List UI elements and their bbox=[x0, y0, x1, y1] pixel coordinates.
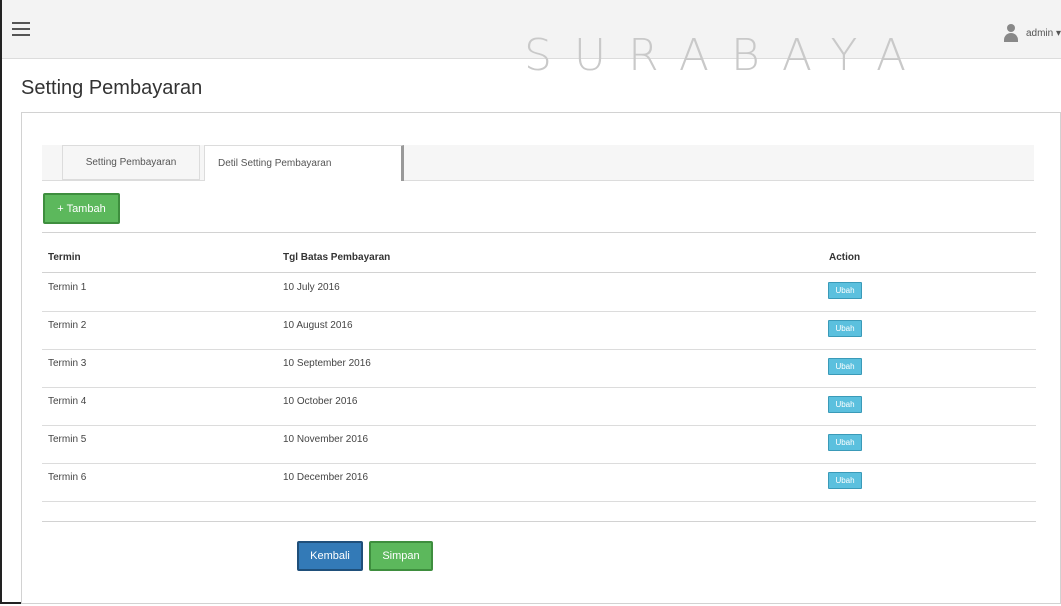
edit-button[interactable]: Ubah bbox=[828, 472, 862, 489]
add-button[interactable]: + Tambah bbox=[43, 193, 120, 224]
termin-cell: Termin 6 bbox=[48, 472, 87, 483]
edit-button[interactable]: Ubah bbox=[828, 282, 862, 299]
table-row: Termin 2 10 August 2016 Ubah bbox=[42, 311, 1036, 350]
tab-detil-setting-pembayaran[interactable]: Detil Setting Pembayaran bbox=[204, 145, 404, 181]
tab-bar: Setting Pembayaran Detil Setting Pembaya… bbox=[42, 145, 1034, 181]
termin-cell: Termin 5 bbox=[48, 434, 87, 445]
termin-cell: Termin 2 bbox=[48, 320, 87, 331]
user-icon bbox=[1003, 24, 1018, 42]
table-row: Termin 5 10 November 2016 Ubah bbox=[42, 425, 1036, 464]
watermark-text: SURABAYA bbox=[524, 30, 929, 81]
edit-button[interactable]: Ubah bbox=[828, 434, 862, 451]
tgl-cell: 10 August 2016 bbox=[283, 320, 353, 331]
column-header-action: Action bbox=[829, 252, 861, 263]
table-row: Termin 4 10 October 2016 Ubah bbox=[42, 387, 1036, 426]
divider bbox=[42, 232, 1036, 233]
tab-setting-pembayaran[interactable]: Setting Pembayaran bbox=[62, 145, 200, 180]
edit-button[interactable]: Ubah bbox=[828, 396, 862, 413]
save-button[interactable]: Simpan bbox=[369, 541, 433, 571]
tgl-cell: 10 September 2016 bbox=[283, 358, 371, 369]
table-row: Termin 3 10 September 2016 Ubah bbox=[42, 349, 1036, 388]
termin-cell: Termin 4 bbox=[48, 396, 87, 407]
tgl-cell: 10 December 2016 bbox=[283, 472, 369, 483]
tgl-cell: 10 November 2016 bbox=[283, 434, 369, 445]
edit-button[interactable]: Ubah bbox=[828, 358, 862, 375]
back-button[interactable]: Kembali bbox=[297, 541, 363, 571]
table-row: Termin 6 10 December 2016 Ubah bbox=[42, 463, 1036, 502]
termin-cell: Termin 3 bbox=[48, 358, 87, 369]
termin-cell: Termin 1 bbox=[48, 282, 87, 293]
user-label[interactable]: admin ▾ bbox=[1026, 28, 1061, 39]
column-header-tgl-batas: Tgl Batas Pembayaran bbox=[283, 252, 391, 263]
column-header-termin: Termin bbox=[48, 252, 81, 263]
menu-icon[interactable] bbox=[12, 22, 30, 36]
page-title: Setting Pembayaran bbox=[21, 77, 203, 99]
footer-divider bbox=[42, 521, 1036, 522]
tgl-cell: 10 July 2016 bbox=[283, 282, 340, 293]
edit-button[interactable]: Ubah bbox=[828, 320, 862, 337]
tgl-cell: 10 October 2016 bbox=[283, 396, 358, 407]
top-navbar: SURABAYA admin ▾ bbox=[2, 0, 1061, 81]
table-row: Termin 1 10 July 2016 Ubah bbox=[42, 273, 1036, 312]
user-menu[interactable]: admin ▾ bbox=[1003, 24, 1061, 42]
